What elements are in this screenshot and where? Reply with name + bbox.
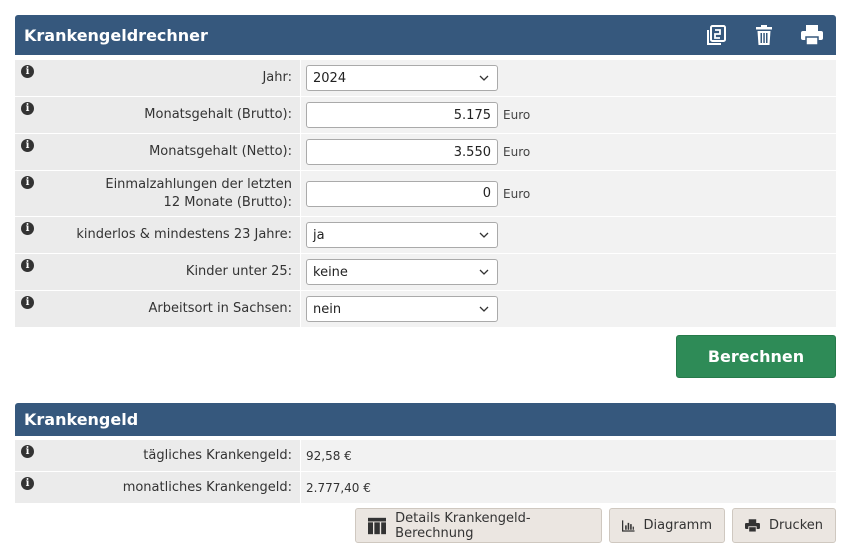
results-list: i tägliches Krankengeld: 92,58 € i monat…: [15, 440, 836, 504]
table-icon: [368, 517, 387, 534]
children-label: Kinder unter 25:: [185, 264, 292, 279]
net-salary-value: 3.550: [453, 144, 491, 160]
chevron-down-icon: [479, 232, 489, 238]
childless-label: kinderlos & mindestens 23 Jahre:: [76, 227, 292, 242]
print-label: Drucken: [768, 518, 823, 533]
calculator-title: Krankengeldrechner: [24, 25, 208, 45]
gross-salary-input[interactable]: 5.175: [306, 102, 498, 128]
children-select[interactable]: keine: [306, 259, 498, 285]
form-row-children: i Kinder unter 25: keine: [15, 254, 836, 291]
calculate-button[interactable]: Berechnen: [676, 335, 836, 378]
form-row-saxony: i Arbeitsort in Sachsen: nein: [15, 291, 836, 328]
print-icon: [745, 518, 760, 532]
info-icon[interactable]: i: [21, 222, 34, 235]
chevron-down-icon: [479, 75, 489, 81]
form-row-year: i Jahr: 2024: [15, 60, 836, 97]
form-row-net-salary: i Monatsgehalt (Netto): 3.550 Euro: [15, 134, 836, 171]
calculator-form: i Jahr: 2024 i Monatsgehalt (Brutto): 5.…: [15, 60, 836, 328]
one-time-payments-input[interactable]: 0: [306, 180, 498, 207]
info-icon[interactable]: i: [21, 445, 34, 458]
childless-select[interactable]: ja: [306, 222, 498, 248]
year-select[interactable]: 2024: [306, 65, 498, 91]
print-icon[interactable]: [788, 15, 836, 55]
print-button[interactable]: Drucken: [732, 508, 836, 543]
info-icon[interactable]: i: [21, 102, 34, 115]
saxony-label: Arbeitsort in Sachsen:: [148, 301, 292, 316]
childless-value: ja: [313, 227, 325, 243]
result-row-monthly: i monatliches Krankengeld: 2.777,40 €: [15, 472, 836, 504]
details-label: Details Krankengeld-Berechnung: [395, 510, 531, 541]
results-header: Krankengeld: [15, 403, 836, 436]
info-icon[interactable]: i: [21, 259, 34, 272]
net-salary-unit: Euro: [503, 145, 531, 159]
chevron-down-icon: [479, 306, 489, 312]
form-row-gross-salary: i Monatsgehalt (Brutto): 5.175 Euro: [15, 97, 836, 134]
gross-salary-value: 5.175: [453, 107, 491, 123]
net-salary-input[interactable]: 3.550: [306, 139, 498, 165]
one-time-payments-label: Einmalzahlungen der letzten 12 Monate (B…: [105, 176, 292, 210]
info-icon[interactable]: i: [21, 477, 34, 490]
copy-icon[interactable]: [692, 15, 740, 55]
one-time-payments-value: 0: [482, 186, 491, 201]
daily-sick-pay-value: 92,58 €: [306, 448, 352, 463]
bar-chart-icon: [622, 519, 635, 532]
monthly-sick-pay-value: 2.777,40 €: [306, 480, 371, 495]
chevron-down-icon: [479, 269, 489, 275]
chart-label: Diagramm: [643, 518, 712, 533]
children-value: keine: [313, 264, 348, 280]
form-row-childless: i kinderlos & mindestens 23 Jahre: ja: [15, 217, 836, 254]
info-icon[interactable]: i: [21, 296, 34, 309]
info-icon[interactable]: i: [21, 139, 34, 152]
calculator-header: Krankengeldrechner: [15, 15, 836, 55]
form-row-one-time-payments: i Einmalzahlungen der letzten 12 Monate …: [15, 171, 836, 217]
daily-sick-pay-label: tägliches Krankengeld:: [143, 447, 292, 463]
one-time-payments-unit: Euro: [503, 186, 531, 201]
year-label: Jahr:: [262, 70, 292, 85]
details-button[interactable]: Details Krankengeld-Berechnung: [355, 508, 602, 543]
saxony-select[interactable]: nein: [306, 296, 498, 322]
info-icon[interactable]: i: [21, 65, 34, 78]
chart-button[interactable]: Diagramm: [609, 508, 725, 543]
result-row-daily: i tägliches Krankengeld: 92,58 €: [15, 440, 836, 472]
net-salary-label: Monatsgehalt (Netto):: [149, 144, 292, 159]
saxony-value: nein: [313, 301, 342, 317]
monthly-sick-pay-label: monatliches Krankengeld:: [122, 479, 292, 495]
year-value: 2024: [313, 70, 347, 86]
gross-salary-unit: Euro: [503, 108, 531, 122]
results-title: Krankengeld: [24, 410, 139, 429]
gross-salary-label: Monatsgehalt (Brutto):: [144, 107, 292, 122]
trash-icon[interactable]: [740, 15, 788, 55]
info-icon[interactable]: i: [21, 176, 34, 189]
